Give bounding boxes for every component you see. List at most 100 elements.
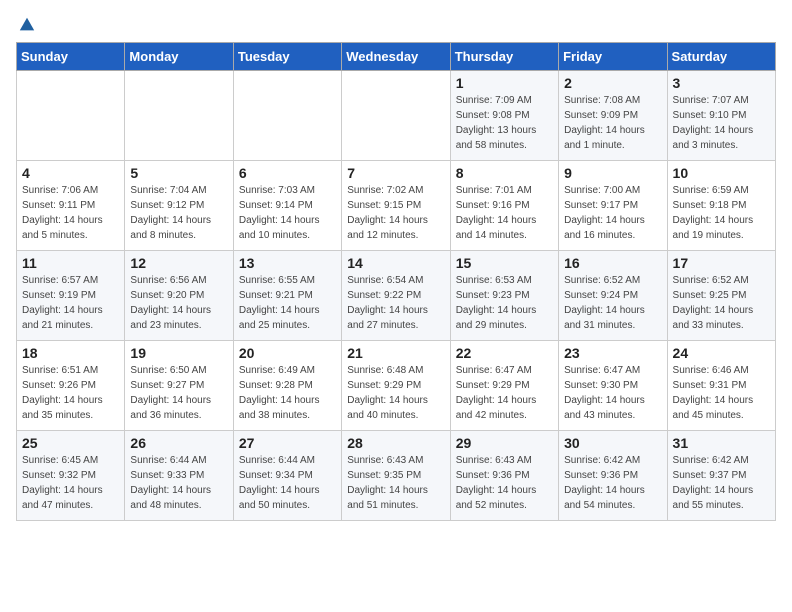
- day-cell: 15 Sunrise: 6:53 AMSunset: 9:23 PMDayligh…: [450, 251, 558, 341]
- day-info: Sunrise: 7:09 AMSunset: 9:08 PMDaylight:…: [456, 93, 553, 153]
- day-info: Sunrise: 7:00 AMSunset: 9:17 PMDaylight:…: [564, 183, 661, 243]
- day-info: Sunrise: 6:52 AMSunset: 9:25 PMDaylight:…: [673, 273, 770, 333]
- day-number: 25: [22, 435, 119, 451]
- day-number: 14: [347, 255, 444, 271]
- day-info: Sunrise: 6:53 AMSunset: 9:23 PMDaylight:…: [456, 273, 553, 333]
- day-cell: 9Sunrise: 7:00 AMSunset: 9:17 PMDaylight…: [559, 161, 667, 251]
- day-cell: 11 Sunrise: 6:57 AMSunset: 9:19 PMDayligh…: [17, 251, 125, 341]
- day-cell: 2Sunrise: 7:08 AMSunset: 9:09 PMDaylight…: [559, 71, 667, 161]
- day-info: Sunrise: 6:59 AMSunset: 9:18 PMDaylight:…: [673, 183, 770, 243]
- day-cell: 28 Sunrise: 6:43 AMSunset: 9:35 PMDayligh…: [342, 431, 450, 521]
- day-number: 19: [130, 345, 227, 361]
- day-info: Sunrise: 7:02 AMSunset: 9:15 PMDaylight:…: [347, 183, 444, 243]
- day-number: 1: [456, 75, 553, 91]
- day-info: Sunrise: 6:55 AMSunset: 9:21 PMDaylight:…: [239, 273, 336, 333]
- day-cell: 27 Sunrise: 6:44 AMSunset: 9:34 PMDayligh…: [233, 431, 341, 521]
- day-cell: 1 Sunrise: 7:09 AMSunset: 9:08 PMDaylight…: [450, 71, 558, 161]
- day-info: Sunrise: 6:56 AMSunset: 9:20 PMDaylight:…: [130, 273, 227, 333]
- day-info: Sunrise: 6:42 AMSunset: 9:36 PMDaylight:…: [564, 453, 661, 513]
- day-cell: 5Sunrise: 7:04 AMSunset: 9:12 PMDaylight…: [125, 161, 233, 251]
- day-info: Sunrise: 6:45 AMSunset: 9:32 PMDaylight:…: [22, 453, 119, 513]
- day-cell: 29Sunrise: 6:43 AMSunset: 9:36 PMDayligh…: [450, 431, 558, 521]
- day-info: Sunrise: 6:43 AMSunset: 9:36 PMDaylight:…: [456, 453, 553, 513]
- day-cell: 21 Sunrise: 6:48 AMSunset: 9:29 PMDayligh…: [342, 341, 450, 431]
- day-info: Sunrise: 6:46 AMSunset: 9:31 PMDaylight:…: [673, 363, 770, 423]
- day-cell: 8Sunrise: 7:01 AMSunset: 9:16 PMDaylight…: [450, 161, 558, 251]
- day-number: 28: [347, 435, 444, 451]
- day-info: Sunrise: 7:06 AMSunset: 9:11 PMDaylight:…: [22, 183, 119, 243]
- header-row: SundayMondayTuesdayWednesdayThursdayFrid…: [17, 43, 776, 71]
- day-number: 11: [22, 255, 119, 271]
- day-cell: 10 Sunrise: 6:59 AMSunset: 9:18 PMDayligh…: [667, 161, 775, 251]
- day-cell: 6 Sunrise: 7:03 AMSunset: 9:14 PMDaylight…: [233, 161, 341, 251]
- day-info: Sunrise: 7:03 AMSunset: 9:14 PMDaylight:…: [239, 183, 336, 243]
- day-number: 21: [347, 345, 444, 361]
- day-info: Sunrise: 6:48 AMSunset: 9:29 PMDaylight:…: [347, 363, 444, 423]
- logo: [16, 16, 36, 34]
- day-cell: 18Sunrise: 6:51 AMSunset: 9:26 PMDayligh…: [17, 341, 125, 431]
- day-number: 22: [456, 345, 553, 361]
- day-cell: 31 Sunrise: 6:42 AMSunset: 9:37 PMDayligh…: [667, 431, 775, 521]
- day-number: 10: [673, 165, 770, 181]
- header-tuesday: Tuesday: [233, 43, 341, 71]
- header-thursday: Thursday: [450, 43, 558, 71]
- header-friday: Friday: [559, 43, 667, 71]
- day-number: 4: [22, 165, 119, 181]
- day-cell: 13 Sunrise: 6:55 AMSunset: 9:21 PMDayligh…: [233, 251, 341, 341]
- week-row-4: 25 Sunrise: 6:45 AMSunset: 9:32 PMDayligh…: [17, 431, 776, 521]
- day-number: 12: [130, 255, 227, 271]
- day-cell: 14 Sunrise: 6:54 AMSunset: 9:22 PMDayligh…: [342, 251, 450, 341]
- day-number: 31: [673, 435, 770, 451]
- header-wednesday: Wednesday: [342, 43, 450, 71]
- day-cell: 7 Sunrise: 7:02 AMSunset: 9:15 PMDaylight…: [342, 161, 450, 251]
- day-info: Sunrise: 6:50 AMSunset: 9:27 PMDaylight:…: [130, 363, 227, 423]
- day-info: Sunrise: 7:07 AMSunset: 9:10 PMDaylight:…: [673, 93, 770, 153]
- day-info: Sunrise: 7:01 AMSunset: 9:16 PMDaylight:…: [456, 183, 553, 243]
- day-info: Sunrise: 6:43 AMSunset: 9:35 PMDaylight:…: [347, 453, 444, 513]
- day-cell: [125, 71, 233, 161]
- day-number: 15: [456, 255, 553, 271]
- day-number: 16: [564, 255, 661, 271]
- day-cell: 26Sunrise: 6:44 AMSunset: 9:33 PMDayligh…: [125, 431, 233, 521]
- header-monday: Monday: [125, 43, 233, 71]
- day-info: Sunrise: 6:44 AMSunset: 9:34 PMDaylight:…: [239, 453, 336, 513]
- day-info: Sunrise: 6:57 AMSunset: 9:19 PMDaylight:…: [22, 273, 119, 333]
- day-cell: 16 Sunrise: 6:52 AMSunset: 9:24 PMDayligh…: [559, 251, 667, 341]
- day-info: Sunrise: 7:08 AMSunset: 9:09 PMDaylight:…: [564, 93, 661, 153]
- day-info: Sunrise: 6:47 AMSunset: 9:30 PMDaylight:…: [564, 363, 661, 423]
- day-cell: 19 Sunrise: 6:50 AMSunset: 9:27 PMDayligh…: [125, 341, 233, 431]
- day-cell: 12 Sunrise: 6:56 AMSunset: 9:20 PMDayligh…: [125, 251, 233, 341]
- day-cell: [233, 71, 341, 161]
- day-cell: 4 Sunrise: 7:06 AMSunset: 9:11 PMDaylight…: [17, 161, 125, 251]
- week-row-1: 4 Sunrise: 7:06 AMSunset: 9:11 PMDaylight…: [17, 161, 776, 251]
- day-cell: 24 Sunrise: 6:46 AMSunset: 9:31 PMDayligh…: [667, 341, 775, 431]
- week-row-3: 18Sunrise: 6:51 AMSunset: 9:26 PMDayligh…: [17, 341, 776, 431]
- calendar-table: SundayMondayTuesdayWednesdayThursdayFrid…: [16, 42, 776, 521]
- day-info: Sunrise: 6:54 AMSunset: 9:22 PMDaylight:…: [347, 273, 444, 333]
- header-sunday: Sunday: [17, 43, 125, 71]
- day-cell: 25 Sunrise: 6:45 AMSunset: 9:32 PMDayligh…: [17, 431, 125, 521]
- week-row-0: 1 Sunrise: 7:09 AMSunset: 9:08 PMDaylight…: [17, 71, 776, 161]
- day-number: 30: [564, 435, 661, 451]
- week-row-2: 11 Sunrise: 6:57 AMSunset: 9:19 PMDayligh…: [17, 251, 776, 341]
- day-cell: 30 Sunrise: 6:42 AMSunset: 9:36 PMDayligh…: [559, 431, 667, 521]
- day-cell: 22 Sunrise: 6:47 AMSunset: 9:29 PMDayligh…: [450, 341, 558, 431]
- day-number: 13: [239, 255, 336, 271]
- day-info: Sunrise: 7:04 AMSunset: 9:12 PMDaylight:…: [130, 183, 227, 243]
- header-saturday: Saturday: [667, 43, 775, 71]
- day-cell: [17, 71, 125, 161]
- day-number: 3: [673, 75, 770, 91]
- day-number: 6: [239, 165, 336, 181]
- day-info: Sunrise: 6:47 AMSunset: 9:29 PMDaylight:…: [456, 363, 553, 423]
- day-number: 24: [673, 345, 770, 361]
- day-info: Sunrise: 6:42 AMSunset: 9:37 PMDaylight:…: [673, 453, 770, 513]
- day-number: 7: [347, 165, 444, 181]
- day-cell: 3 Sunrise: 7:07 AMSunset: 9:10 PMDaylight…: [667, 71, 775, 161]
- day-cell: [342, 71, 450, 161]
- day-cell: 23Sunrise: 6:47 AMSunset: 9:30 PMDayligh…: [559, 341, 667, 431]
- day-cell: 17Sunrise: 6:52 AMSunset: 9:25 PMDayligh…: [667, 251, 775, 341]
- day-number: 20: [239, 345, 336, 361]
- day-number: 27: [239, 435, 336, 451]
- day-info: Sunrise: 6:52 AMSunset: 9:24 PMDaylight:…: [564, 273, 661, 333]
- day-number: 26: [130, 435, 227, 451]
